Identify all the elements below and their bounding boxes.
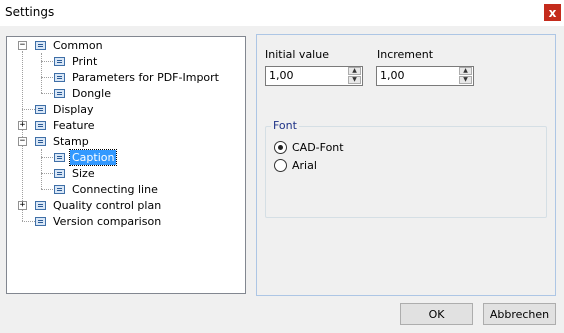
node-icon — [35, 41, 46, 50]
tree-connector — [41, 157, 53, 158]
collapse-icon[interactable]: − — [18, 41, 27, 50]
spin-up-icon[interactable]: ▲ — [348, 67, 361, 75]
tree-connector — [41, 77, 53, 78]
node-icon — [54, 153, 65, 162]
expand-icon[interactable]: + — [18, 201, 27, 210]
window-title: Settings — [5, 5, 55, 19]
tree-item-dongle[interactable]: Dongle — [70, 86, 113, 101]
node-icon — [35, 105, 46, 114]
font-groupbox: Font CAD-Font Arial — [265, 119, 547, 218]
tree-connector — [41, 93, 53, 94]
initial-value-stepper[interactable]: 1,00 ▲ ▼ — [265, 66, 363, 86]
close-icon[interactable]: x — [544, 4, 561, 21]
collapse-icon[interactable]: − — [18, 137, 27, 146]
increment-stepper[interactable]: 1,00 ▲ ▼ — [376, 66, 474, 86]
cancel-button[interactable]: Abbrechen — [483, 303, 556, 325]
radio-button[interactable] — [274, 159, 287, 172]
expand-icon[interactable]: + — [18, 121, 27, 130]
tree-item-feature[interactable]: Feature — [51, 118, 97, 133]
tree-item-stamp[interactable]: Stamp — [51, 134, 91, 149]
tree-item-quality-control-plan[interactable]: Quality control plan — [51, 198, 163, 213]
node-icon — [35, 217, 46, 226]
node-icon — [35, 201, 46, 210]
radio-arial-label[interactable]: Arial — [292, 159, 317, 172]
initial-value-field[interactable]: 1,00 — [269, 69, 294, 82]
title-bar: Settings x — [0, 0, 564, 26]
radio-cad-font-label[interactable]: CAD-Font — [292, 141, 344, 154]
node-icon — [54, 185, 65, 194]
tree-item-size[interactable]: Size — [70, 166, 97, 181]
tree-item-common[interactable]: Common — [51, 38, 105, 53]
tree-item-display[interactable]: Display — [51, 102, 96, 117]
node-icon — [54, 169, 65, 178]
tree-connector — [41, 149, 42, 189]
spin-down-icon[interactable]: ▼ — [348, 76, 361, 84]
node-icon — [35, 137, 46, 146]
tree-connector — [41, 61, 53, 62]
tree-connector — [41, 173, 53, 174]
tree-item-print[interactable]: Print — [70, 54, 99, 69]
settings-tree: − Common Print Parameters for PDF-Import… — [6, 36, 246, 294]
tree-connector — [41, 53, 42, 93]
tree-item-connecting-line[interactable]: Connecting line — [70, 182, 160, 197]
spin-up-icon[interactable]: ▲ — [459, 67, 472, 75]
caption-settings-panel: Initial value 1,00 ▲ ▼ Increment 1,00 ▲ … — [256, 34, 556, 296]
tree-item-version-comparison[interactable]: Version comparison — [51, 214, 163, 229]
node-icon — [54, 89, 65, 98]
initial-value-label: Initial value — [265, 48, 329, 61]
radio-selected-dot — [278, 145, 283, 150]
radio-button[interactable] — [274, 141, 287, 154]
tree-item-caption[interactable]: Caption — [68, 149, 118, 166]
increment-label: Increment — [377, 48, 434, 61]
tree-item-pdf-import[interactable]: Parameters for PDF-Import — [70, 70, 221, 85]
tree-connector — [22, 221, 35, 222]
settings-dialog: Settings x − Common Print Parameters for… — [0, 0, 564, 333]
font-group-title: Font — [271, 119, 299, 132]
spin-down-icon[interactable]: ▼ — [459, 76, 472, 84]
node-icon — [54, 73, 65, 82]
node-icon — [54, 57, 65, 66]
tree-connector — [41, 189, 53, 190]
tree-connector — [22, 109, 35, 110]
ok-button[interactable]: OK — [400, 303, 473, 325]
increment-field[interactable]: 1,00 — [380, 69, 405, 82]
node-icon — [35, 121, 46, 130]
